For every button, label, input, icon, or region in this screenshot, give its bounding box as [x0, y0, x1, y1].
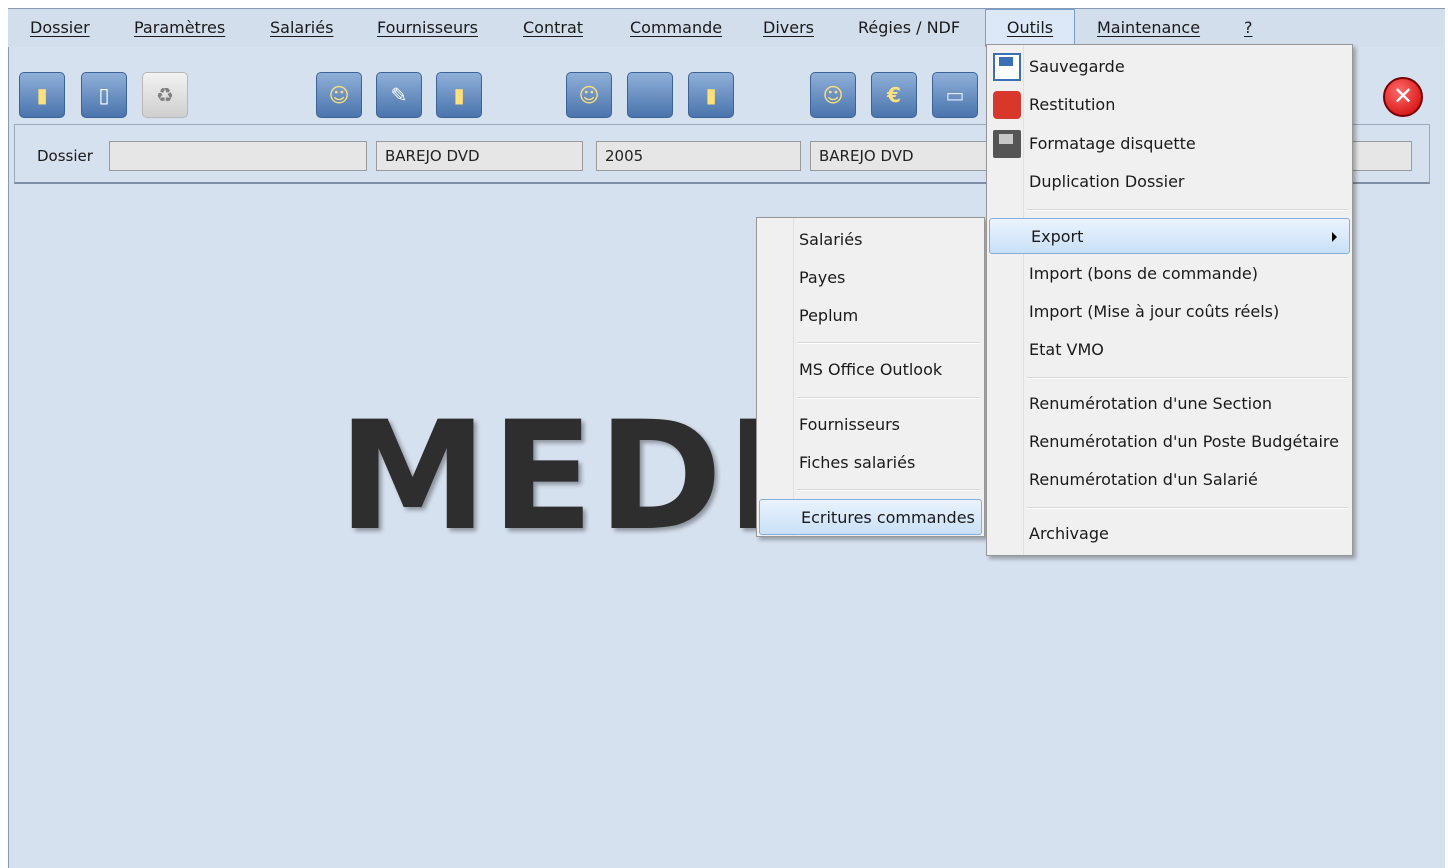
submenu-item-fiches-salaries[interactable]: Fiches salariés — [759, 445, 982, 481]
menu-item-restitution[interactable]: Restitution — [989, 87, 1350, 123]
menu-salaries[interactable]: Salariés — [270, 9, 333, 47]
folder-open-icon: ▮ — [453, 83, 465, 107]
app-logo-watermark: MEDI — [338, 390, 787, 564]
menu-parametres[interactable]: Paramètres — [134, 9, 225, 47]
blank-icon — [628, 73, 672, 117]
menu-item-formatage[interactable]: Formatage disquette — [989, 126, 1350, 162]
menu-item-import-bons[interactable]: Import (bons de commande) — [989, 256, 1350, 292]
dossier-field-1[interactable] — [109, 141, 367, 171]
menu-item-duplication[interactable]: Duplication Dossier — [989, 164, 1350, 200]
separator — [1027, 507, 1348, 509]
restore-icon — [993, 91, 1021, 119]
folder-open-button[interactable]: ▮ — [436, 72, 482, 118]
edit-button[interactable]: ✎ — [376, 72, 422, 118]
menu-item-renum-section[interactable]: Renumérotation d'une Section — [989, 386, 1350, 422]
close-icon: ✕ — [1392, 82, 1414, 110]
menu-regies-ndf[interactable]: Régies / NDF — [858, 9, 960, 47]
person-key-icon: ☺ — [578, 83, 600, 107]
euro-button[interactable]: € — [871, 72, 917, 118]
menubar: Dossier Paramètres Salariés Fournisseurs… — [8, 9, 1444, 47]
person-card-button[interactable]: ▮ — [688, 72, 734, 118]
document-icon: ▯ — [98, 83, 110, 107]
separator — [797, 397, 980, 399]
menu-item-archivage[interactable]: Archivage — [989, 516, 1350, 552]
menu-item-import-couts[interactable]: Import (Mise à jour coûts réels) — [989, 294, 1350, 330]
separator — [797, 489, 980, 491]
disk-drive-icon — [993, 130, 1021, 158]
person-button[interactable]: ☺ — [316, 72, 362, 118]
edit-icon: ✎ — [390, 83, 408, 107]
menu-item-export[interactable]: Export — [989, 218, 1350, 254]
separator — [1027, 209, 1348, 211]
menu-help[interactable]: ? — [1244, 9, 1253, 47]
folder-button[interactable]: ▮ — [19, 72, 65, 118]
submenu-item-payes[interactable]: Payes — [759, 260, 982, 296]
dossier-field-2[interactable]: BAREJO DVD — [376, 141, 583, 171]
submenu-item-outlook[interactable]: MS Office Outlook — [759, 352, 982, 388]
close-button[interactable]: ✕ — [1383, 77, 1423, 117]
person-euro-button[interactable]: ☺ — [810, 72, 856, 118]
floppy-icon — [993, 53, 1021, 81]
separator — [1027, 377, 1348, 379]
menu-item-renum-salarie[interactable]: Renumérotation d'un Salarié — [989, 462, 1350, 498]
menu-outils[interactable]: Outils — [985, 9, 1075, 47]
screen-icon: ▭ — [945, 83, 965, 107]
separator — [797, 342, 980, 344]
submenu-item-fournisseurs[interactable]: Fournisseurs — [759, 407, 982, 443]
menu-maintenance[interactable]: Maintenance — [1097, 9, 1200, 47]
dossier-field-4[interactable]: BAREJO DVD — [810, 141, 990, 171]
person-key-button[interactable]: ☺ — [566, 72, 612, 118]
person-euro-icon: ☺ — [822, 83, 844, 107]
recycle-button[interactable]: ♻ — [142, 72, 188, 118]
menu-item-etat-vmo[interactable]: Etat VMO — [989, 332, 1350, 368]
folder-icon: ▮ — [36, 83, 48, 107]
menu-fournisseurs[interactable]: Fournisseurs — [377, 9, 478, 47]
recycle-icon: ♻ — [156, 83, 174, 107]
menu-dossier[interactable]: Dossier — [30, 9, 90, 47]
person-icon: ☺ — [328, 83, 350, 107]
submenu-item-salaries[interactable]: Salariés — [759, 222, 982, 258]
menu-contrat[interactable]: Contrat — [523, 9, 583, 47]
screen-button[interactable]: ▭ — [932, 72, 978, 118]
person-card-icon: ▮ — [705, 83, 717, 107]
outils-menu: Sauvegarde Restitution Formatage disquet… — [986, 44, 1353, 556]
dossier-field-3[interactable]: 2005 — [596, 141, 801, 171]
menu-item-sauvegarde[interactable]: Sauvegarde — [989, 49, 1350, 85]
menu-item-renum-poste[interactable]: Renumérotation d'un Poste Budgétaire — [989, 424, 1350, 460]
menu-divers[interactable]: Divers — [763, 9, 814, 47]
blank-button[interactable] — [627, 72, 673, 118]
submenu-item-peplum[interactable]: Peplum — [759, 298, 982, 334]
dossier-label: Dossier — [37, 147, 93, 165]
menu-commande[interactable]: Commande — [630, 9, 722, 47]
euro-icon: € — [887, 83, 901, 107]
submenu-arrow-icon — [1332, 232, 1337, 242]
export-submenu: Salariés Payes Peplum MS Office Outlook … — [756, 217, 985, 537]
submenu-item-ecritures-commandes[interactable]: Ecritures commandes — [759, 499, 982, 535]
document-button[interactable]: ▯ — [81, 72, 127, 118]
